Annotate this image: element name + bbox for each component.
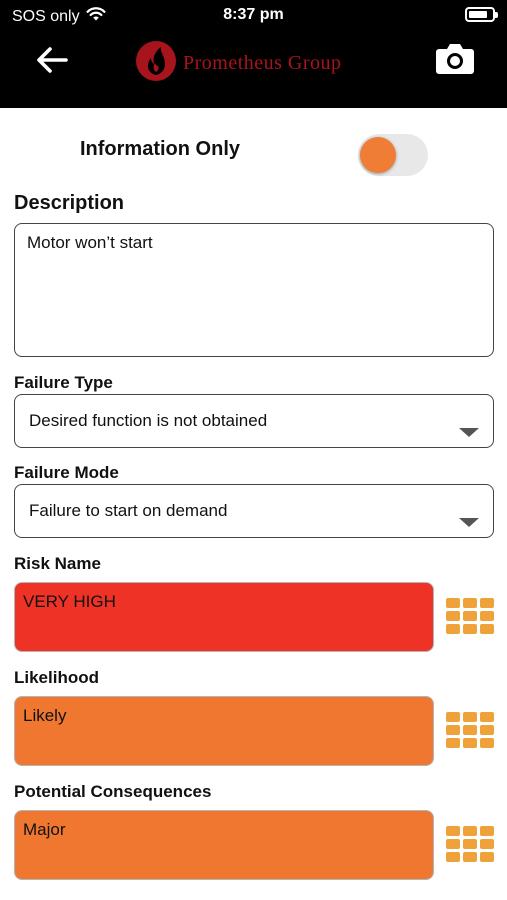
- consequences-label: Potential Consequences: [14, 782, 212, 801]
- flame-icon: [135, 39, 177, 88]
- chevron-down-icon: [459, 428, 479, 437]
- status-time: 8:37 pm: [223, 6, 284, 23]
- failure-type-value: Desired function is not obtained: [29, 411, 268, 430]
- info-only-toggle[interactable]: [358, 134, 428, 176]
- back-button[interactable]: [30, 40, 74, 84]
- company-logo: Prometheus Group: [135, 40, 342, 86]
- info-only-row: Information Only: [0, 130, 507, 174]
- logo-text: Prometheus Group: [183, 51, 342, 74]
- app-header: Prometheus Group: [0, 30, 507, 108]
- arrow-left-icon: [35, 45, 69, 80]
- grid-icon: [446, 598, 460, 608]
- toggle-knob: [360, 137, 396, 173]
- risk-matrix-button[interactable]: [446, 598, 494, 636]
- risk-name-field[interactable]: VERY HIGH: [14, 582, 434, 652]
- risk-name-label: Risk Name: [14, 554, 101, 573]
- likelihood-label: Likelihood: [14, 668, 99, 687]
- likelihood-field[interactable]: Likely: [14, 696, 434, 766]
- failure-mode-label: Failure Mode: [14, 463, 119, 482]
- camera-icon: [435, 41, 475, 80]
- chevron-down-icon: [459, 518, 479, 527]
- battery-level: [469, 11, 487, 18]
- grid-icon: [446, 826, 460, 836]
- status-bar: SOS only 8:37 pm: [0, 0, 507, 30]
- battery-icon: [465, 7, 498, 22]
- failure-type-select[interactable]: Desired function is not obtained: [14, 394, 494, 448]
- consequences-field[interactable]: Major: [14, 810, 434, 880]
- failure-type-label: Failure Type: [14, 373, 113, 392]
- description-label: Description: [14, 192, 125, 214]
- camera-button[interactable]: [432, 40, 478, 80]
- grid-icon: [446, 712, 460, 722]
- info-only-label: Information Only: [80, 138, 240, 160]
- consequences-matrix-button[interactable]: [446, 826, 494, 864]
- likelihood-matrix-button[interactable]: [446, 712, 494, 750]
- failure-mode-select[interactable]: Failure to start on demand: [14, 484, 494, 538]
- failure-mode-value: Failure to start on demand: [29, 501, 228, 520]
- description-field[interactable]: Motor won’t start: [14, 223, 494, 357]
